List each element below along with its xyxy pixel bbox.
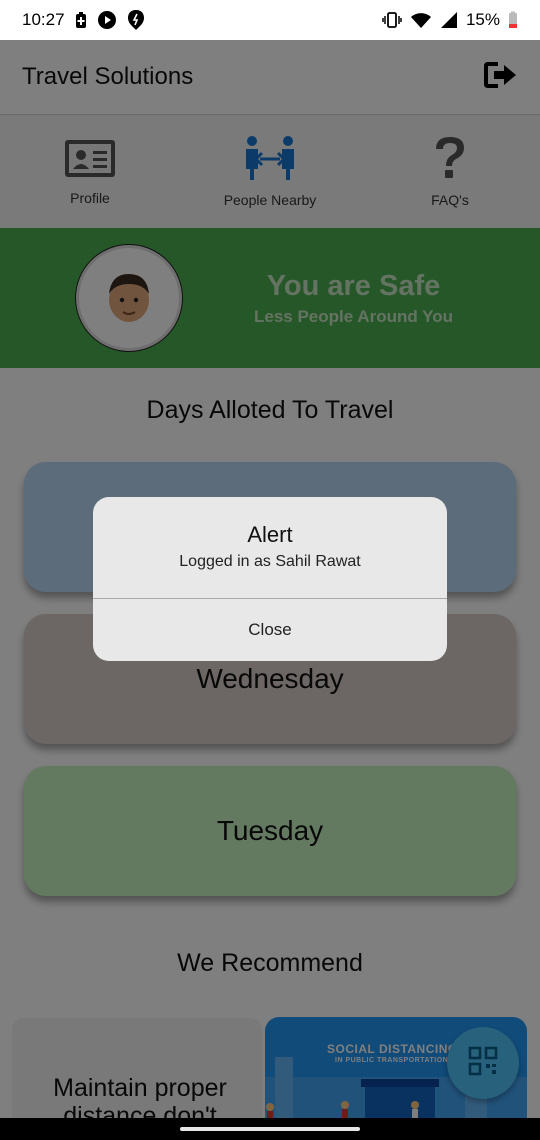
close-button[interactable]: Close bbox=[93, 599, 447, 661]
signal-icon bbox=[440, 11, 458, 29]
notification-icon bbox=[127, 9, 145, 31]
battery-saver-icon bbox=[75, 11, 87, 29]
alert-title: Alert bbox=[247, 522, 293, 547]
wifi-icon bbox=[410, 11, 432, 29]
system-nav-bar bbox=[0, 1118, 540, 1140]
vibrate-icon bbox=[382, 11, 402, 29]
play-icon bbox=[97, 10, 117, 30]
status-time: 10:27 bbox=[22, 10, 65, 29]
home-gesture-handle[interactable] bbox=[180, 1127, 360, 1131]
battery-percent: 15% bbox=[465, 10, 500, 29]
alert-dialog: Alert Logged in as Sahil Rawat Close bbox=[93, 497, 447, 661]
battery-icon bbox=[508, 11, 518, 29]
alert-message: Logged in as Sahil Rawat bbox=[179, 553, 361, 570]
status-bar: 10:27 15% bbox=[0, 0, 540, 40]
